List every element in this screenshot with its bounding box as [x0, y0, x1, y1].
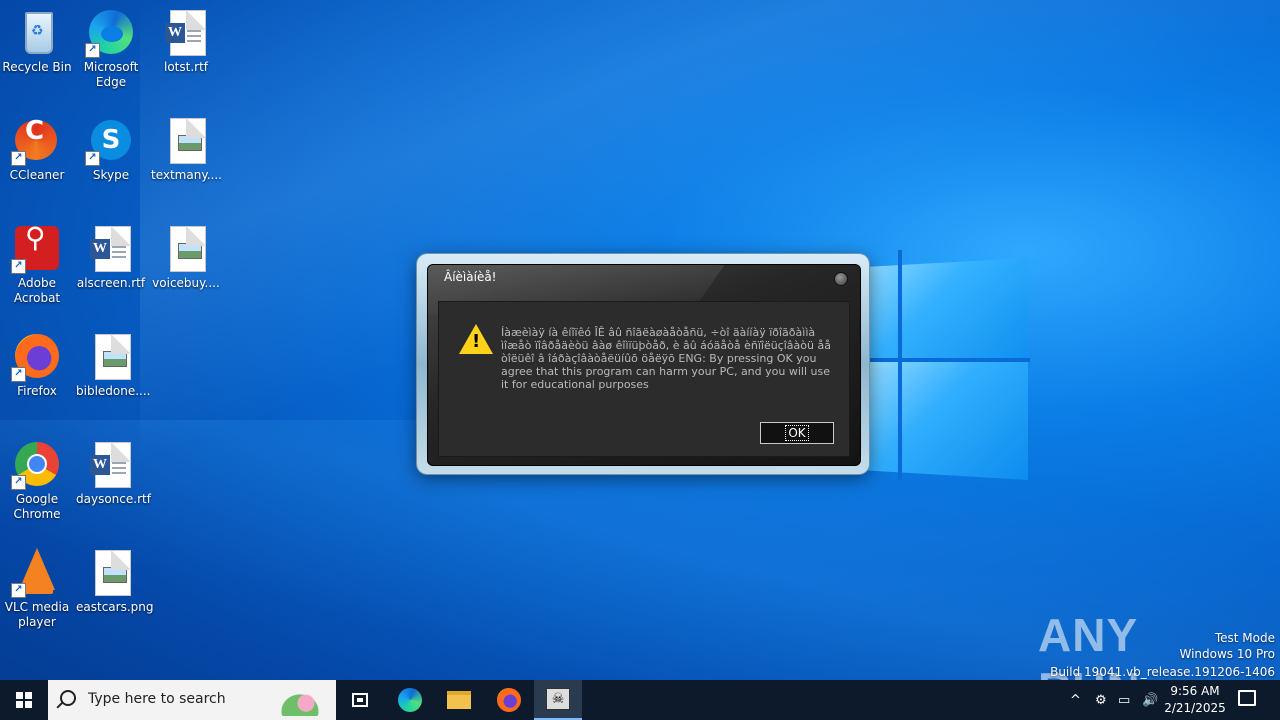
dialog-close-icon[interactable] — [834, 272, 848, 286]
search-box[interactable]: Type here to search — [48, 680, 336, 720]
firefox-icon — [497, 688, 521, 712]
watermark-edition: Windows 10 Pro — [1179, 647, 1275, 661]
malware-app-icon: ☠ — [546, 688, 570, 710]
search-placeholder: Type here to search — [88, 691, 226, 707]
desktop-icon-alscreen[interactable]: W alscreen.rtf — [74, 218, 148, 291]
watermark-build: Build 19041.vb_release.191206-1406 — [1050, 665, 1275, 679]
word-doc-icon: W — [90, 442, 131, 488]
desktop-icon-textmany[interactable]: textmany.... — [149, 110, 223, 183]
tray-overflow-chevron-icon[interactable]: ^ — [1070, 680, 1081, 720]
dialog-title: Âíèìàíèå! — [444, 270, 497, 284]
image-file-icon — [95, 550, 131, 596]
start-button[interactable] — [0, 680, 48, 720]
desktop-icon-recycle-bin[interactable]: Recycle Bin — [0, 2, 74, 75]
taskbar: Type here to search ☠ ^ ⚙ ▭ 🔊 9:56 AM 2/… — [0, 680, 1280, 720]
tray-app-icon[interactable]: ⚙ — [1095, 680, 1107, 720]
image-file-icon — [170, 118, 206, 164]
dialog-message: Íàæèìàÿ íà êíîïêó ÎÊ âû ñîãëàøàåòåñü, ÷ò… — [501, 326, 831, 391]
ok-button[interactable]: OK — [760, 422, 834, 444]
word-doc-icon: W — [165, 10, 206, 56]
image-file-icon — [95, 334, 131, 380]
desktop-icon-label: CCleaner — [9, 168, 65, 182]
recycle-bin-icon — [25, 12, 53, 54]
taskbar-firefox[interactable] — [485, 680, 533, 720]
desktop-icon-label: lotst.rtf — [163, 60, 208, 74]
desktop-icon-label: VLC media player — [4, 600, 70, 629]
desktop-icon-skype[interactable]: S ↗ Skype — [74, 110, 148, 183]
desktop-icon-label: textmany.... — [151, 168, 222, 182]
desktop-icon-firefox[interactable]: ↗ Firefox — [0, 326, 74, 399]
clock-time: 9:56 AM — [1170, 684, 1220, 698]
volume-icon[interactable]: 🔊 — [1142, 680, 1158, 720]
desktop-icon-eastcars[interactable]: eastcars.png — [74, 542, 154, 615]
desktop-icon-label: Google Chrome — [13, 492, 61, 521]
task-view-icon — [352, 693, 368, 707]
clock-date: 2/21/2025 — [1164, 701, 1226, 715]
dialog-body: ! Íàæèìàÿ íà êíîïêó ÎÊ âû ñîãëàøàåòåñü, … — [438, 301, 850, 457]
desktop-icon-label: alscreen.rtf — [76, 276, 146, 290]
desktop-icon-voicebuy[interactable]: voicebuy.... — [149, 218, 223, 291]
desktop-icon-label: Skype — [92, 168, 130, 182]
taskbar-edge[interactable] — [386, 680, 434, 720]
warning-icon: ! — [459, 324, 493, 356]
edge-icon — [398, 688, 422, 712]
desktop-icon-label: Microsoft Edge — [83, 60, 139, 89]
notification-icon[interactable] — [1238, 690, 1256, 706]
warning-dialog: Âíèìàíèå! ! Íàæèìàÿ íà êíîïêó ÎÊ âû ñîãë… — [417, 254, 869, 474]
desktop-icon-bibledone[interactable]: bibledone.... — [74, 326, 151, 399]
taskbar-file-explorer[interactable] — [435, 680, 483, 720]
anyrun-watermark: ANY RUN — [1038, 609, 1140, 715]
desktop-icon-label: bibledone.... — [76, 384, 151, 398]
task-view-button[interactable] — [336, 680, 384, 720]
desktop-icon-daysonce[interactable]: W daysonce.rtf — [74, 434, 151, 507]
clock[interactable]: 9:56 AM 2/21/2025 — [1160, 683, 1230, 717]
desktop-icon-label: voicebuy.... — [152, 276, 220, 290]
desktop-icon-adobe-acrobat[interactable]: ↗ Adobe Acrobat — [0, 218, 74, 306]
taskbar-active-app[interactable]: ☠ — [534, 680, 582, 720]
search-icon — [60, 690, 76, 706]
ok-button-label: OK — [785, 425, 809, 441]
desktop-icon-label: eastcars.png — [76, 600, 154, 614]
search-highlight-image — [270, 684, 330, 716]
word-doc-icon: W — [90, 226, 131, 272]
desktop-icon-label: Adobe Acrobat — [13, 276, 61, 305]
desktop-icon-ccleaner[interactable]: ↗ CCleaner — [0, 110, 74, 183]
folder-icon — [447, 691, 471, 709]
desktop-icon-label: Recycle Bin — [2, 60, 72, 74]
desktop-icon-label: Firefox — [17, 384, 57, 398]
desktop-icon-vlc[interactable]: ↗ VLC media player — [0, 542, 74, 630]
network-icon[interactable]: ▭ — [1118, 680, 1130, 720]
desktop-icon-lotst[interactable]: W lotst.rtf — [149, 2, 223, 75]
watermark-test-mode: Test Mode — [1214, 631, 1275, 645]
desktop-icon-label: daysonce.rtf — [76, 492, 151, 506]
desktop-icon-microsoft-edge[interactable]: ↗ Microsoft Edge — [74, 2, 148, 90]
desktop-icon-google-chrome[interactable]: ↗ Google Chrome — [0, 434, 74, 522]
windows-start-icon — [16, 692, 32, 708]
image-file-icon — [170, 226, 206, 272]
dialog-frame: Âíèìàíèå! ! Íàæèìàÿ íà êíîïêó ÎÊ âû ñîãë… — [427, 264, 861, 466]
windows-wallpaper-logo — [868, 240, 1030, 480]
